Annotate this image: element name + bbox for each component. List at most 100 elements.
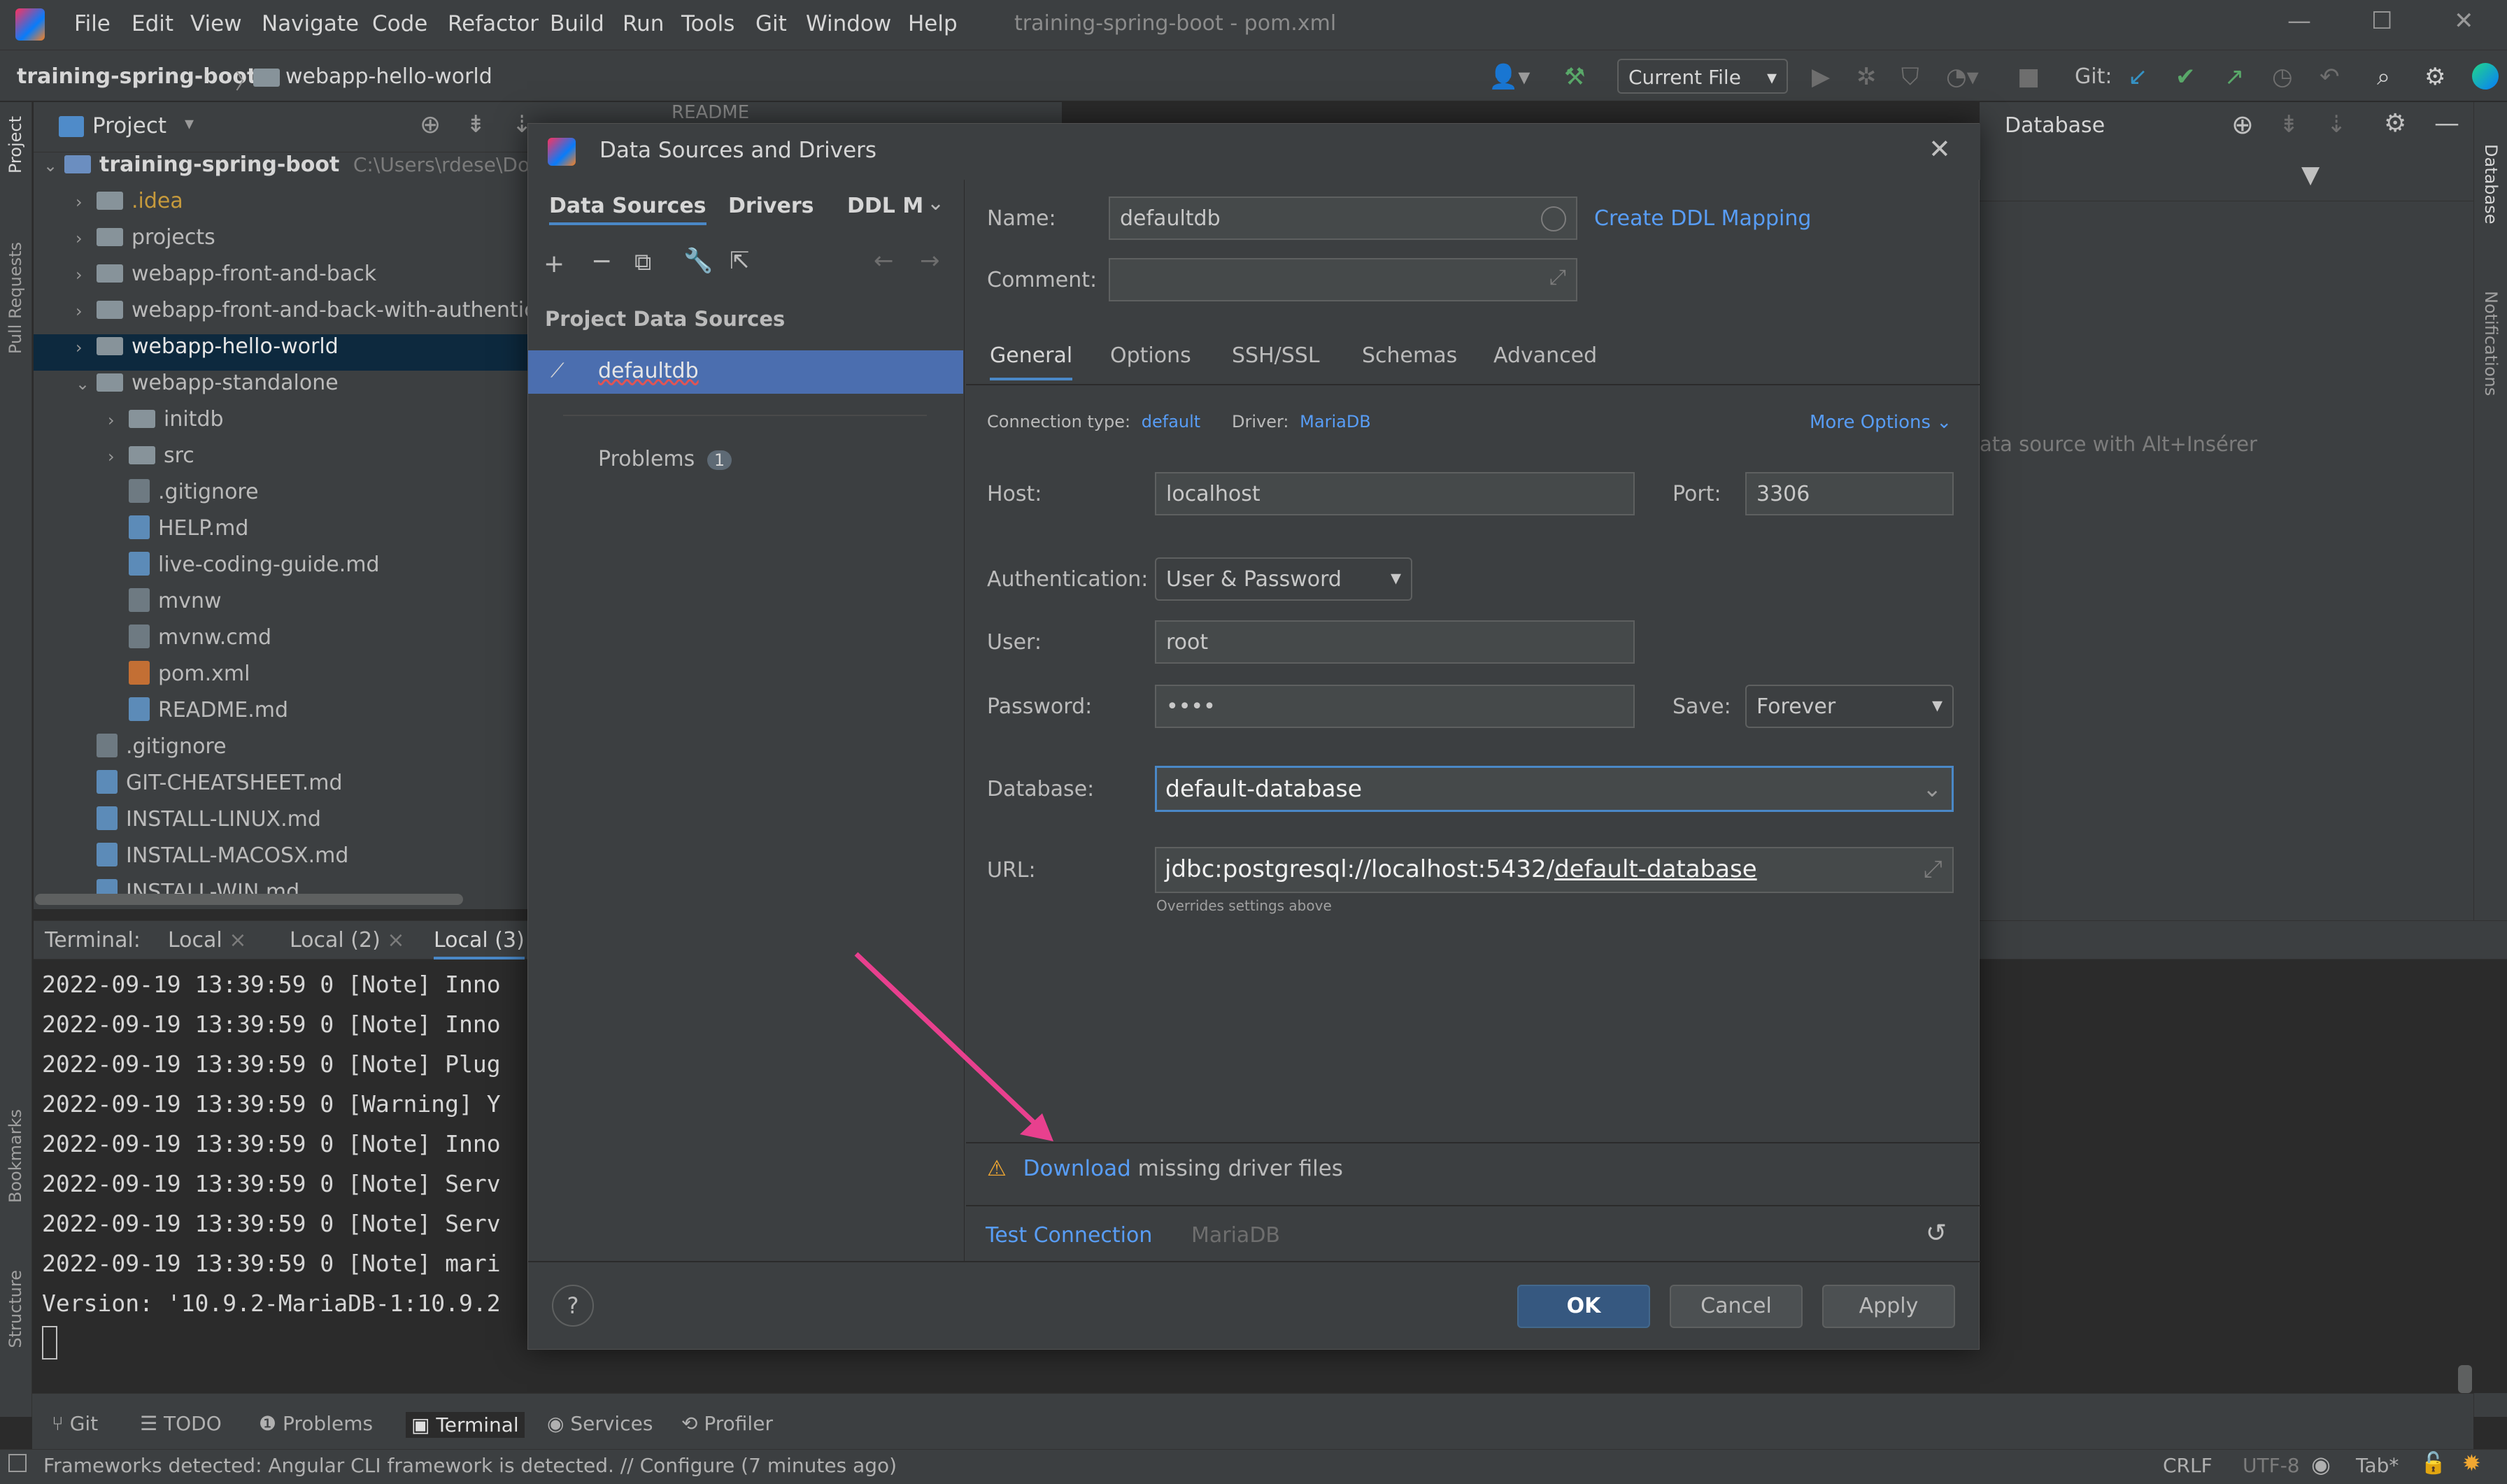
project-view-title[interactable]: Project	[92, 113, 166, 138]
tree-item[interactable]: INSTALL-MACOSX.md	[76, 838, 348, 874]
create-ddl-mapping-link[interactable]: Create DDL Mapping	[1594, 206, 1811, 231]
host-field[interactable]: localhost	[1155, 472, 1635, 515]
name-field[interactable]: defaultdb	[1109, 197, 1577, 240]
more-options-link[interactable]: More Options ⌄	[1810, 412, 1952, 433]
tab-general[interactable]: General	[990, 343, 1073, 380]
collapse-icon[interactable]: ⇟	[2279, 110, 2299, 138]
menu-navigate[interactable]: Navigate	[262, 11, 359, 36]
tab-drivers[interactable]: Drivers	[728, 194, 814, 218]
tree-item[interactable]: pom.xml	[108, 656, 250, 692]
maximize-icon[interactable]: ☐	[2371, 7, 2392, 35]
url-field[interactable]: jdbc:postgresql://localhost:5432/default…	[1155, 847, 1954, 893]
breadcrumb-project[interactable]: training-spring-boot	[17, 64, 257, 89]
menu-build[interactable]: Build	[550, 11, 604, 36]
coverage-icon[interactable]: ⛉	[1901, 63, 1919, 91]
close-window-icon[interactable]: ✕	[2454, 7, 2474, 35]
terminal-tab-local[interactable]: Local ×	[168, 928, 246, 953]
tree-item[interactable]: INSTALL-WIN.md	[76, 874, 299, 911]
port-field[interactable]: 3306	[1745, 472, 1954, 515]
structure-tool-tab[interactable]: Structure	[6, 1270, 25, 1348]
database-tool-tab[interactable]: Database	[2481, 144, 2501, 224]
todo-tool-button[interactable]: ☰ TODO	[140, 1412, 222, 1435]
user-field[interactable]: root	[1155, 620, 1635, 664]
ok-button[interactable]: OK	[1517, 1285, 1650, 1328]
cancel-button[interactable]: Cancel	[1670, 1285, 1803, 1328]
tree-item[interactable]: HELP.md	[108, 511, 248, 547]
tab-ssh-ssl[interactable]: SSH/SSL	[1232, 343, 1320, 368]
menu-code[interactable]: Code	[372, 11, 427, 36]
menu-view[interactable]: View	[190, 11, 242, 36]
terminal-tool-button[interactable]: ▣ Terminal	[406, 1412, 525, 1438]
expand-field-icon[interactable]: ⤢	[1924, 855, 1943, 883]
apply-button[interactable]: Apply	[1822, 1285, 1955, 1328]
database-field[interactable]: default-database ⌄	[1155, 766, 1954, 812]
tree-item[interactable]: GIT-CHEATSHEET.md	[76, 765, 343, 801]
save-select[interactable]: Forever ▾	[1745, 685, 1954, 728]
remove-icon[interactable]: −	[591, 247, 612, 276]
tree-item[interactable]: .gitignore	[108, 474, 259, 511]
datasource-item-defaultdb[interactable]: ⟋ defaultdb	[528, 350, 963, 394]
git-commit-icon[interactable]: ✔	[2175, 63, 2196, 91]
status-message[interactable]: Frameworks detected: Angular CLI framewo…	[43, 1454, 897, 1477]
menu-file[interactable]: File	[74, 11, 111, 36]
tab-data-sources[interactable]: Data Sources	[549, 194, 706, 225]
menu-refactor[interactable]: Refactor	[448, 11, 539, 36]
lock-icon[interactable]: 🔓	[2420, 1451, 2446, 1476]
run-config-select[interactable]: Current File ▾	[1617, 59, 1788, 94]
terminal-scrollbar[interactable]	[2458, 1365, 2472, 1393]
tree-item[interactable]: mvnw.cmd	[108, 620, 271, 656]
menu-tools[interactable]: Tools	[681, 11, 734, 36]
tree-root[interactable]: ⌄ training-spring-boot C:\Users\rdese\Doc…	[43, 147, 553, 183]
settings-gear-icon[interactable]: ⚙	[2424, 63, 2445, 91]
tree-item[interactable]: mvnw	[108, 583, 222, 620]
driver-link[interactable]: MariaDB	[1300, 412, 1371, 431]
problems-tool-button[interactable]: ❶ Problems	[259, 1412, 373, 1435]
expand-icon[interactable]: ⇣	[2327, 110, 2347, 138]
chevron-down-icon[interactable]: ⌄	[1922, 775, 1942, 802]
indent-setting[interactable]: Tab*	[2356, 1454, 2399, 1477]
collapse-all-icon[interactable]: ⇟	[466, 110, 486, 138]
tab-options[interactable]: Options	[1110, 343, 1191, 368]
bookmarks-tool-tab[interactable]: Bookmarks	[6, 1109, 25, 1203]
run-icon[interactable]: ▶	[1812, 63, 1830, 91]
status-toggle-icon[interactable]	[8, 1454, 27, 1472]
minimize-icon[interactable]: —	[2287, 7, 2311, 35]
tree-item[interactable]: › initdb	[108, 401, 224, 438]
project-tool-tab[interactable]: Project	[6, 116, 25, 173]
git-push-icon[interactable]: ↗	[2224, 63, 2245, 91]
export-icon[interactable]: ⇱	[730, 247, 750, 275]
tree-item[interactable]: › webapp-hello-world	[76, 329, 339, 365]
notifications-tool-tab[interactable]: Notifications	[2481, 291, 2501, 396]
editor-tab-readme[interactable]: README	[672, 102, 881, 123]
horizontal-scrollbar[interactable]	[35, 894, 463, 905]
chevron-down-icon[interactable]: ▾	[185, 113, 194, 134]
tree-item[interactable]: INSTALL-LINUX.md	[76, 801, 321, 838]
menu-run[interactable]: Run	[623, 11, 664, 36]
breadcrumb-module[interactable]: webapp-hello-world	[285, 64, 492, 89]
chevron-down-icon[interactable]: ⌄	[927, 191, 944, 215]
tree-item[interactable]: README.md	[108, 692, 288, 729]
connection-type-link[interactable]: default	[1142, 412, 1200, 431]
tree-item[interactable]: .gitignore	[76, 729, 227, 765]
filter-icon[interactable]: ▼	[2301, 161, 2320, 189]
tree-item[interactable]: › webapp-front-and-back	[76, 256, 376, 292]
hide-panel-icon[interactable]: —	[2434, 109, 2459, 138]
debug-icon[interactable]: ✲	[1856, 63, 1877, 91]
services-tool-button[interactable]: ◉ Services	[547, 1412, 653, 1435]
help-button[interactable]: ?	[552, 1285, 594, 1327]
user-icon[interactable]: 👤▾	[1489, 63, 1530, 91]
tree-item[interactable]: › projects	[76, 220, 215, 256]
close-icon[interactable]: ✕	[1929, 134, 1951, 164]
history-icon[interactable]: ◷	[2272, 63, 2293, 91]
terminal-tab-local-2[interactable]: Local (2) ×	[290, 928, 404, 953]
duplicate-icon[interactable]: ⧉	[634, 248, 651, 276]
settings-gear-icon[interactable]: ⚙	[2384, 109, 2406, 138]
locate-icon[interactable]: ⊕	[420, 110, 441, 139]
tree-item[interactable]: › .idea	[76, 183, 183, 220]
file-encoding[interactable]: UTF-8	[2243, 1454, 2300, 1477]
wrench-icon[interactable]: 🔧	[683, 247, 713, 275]
color-picker-icon[interactable]	[1541, 206, 1566, 231]
tab-advanced[interactable]: Advanced	[1493, 343, 1597, 368]
terminal-tab-local-3[interactable]: Local (3)	[434, 928, 525, 959]
tree-item[interactable]: ⌄ webapp-standalone	[76, 365, 339, 401]
